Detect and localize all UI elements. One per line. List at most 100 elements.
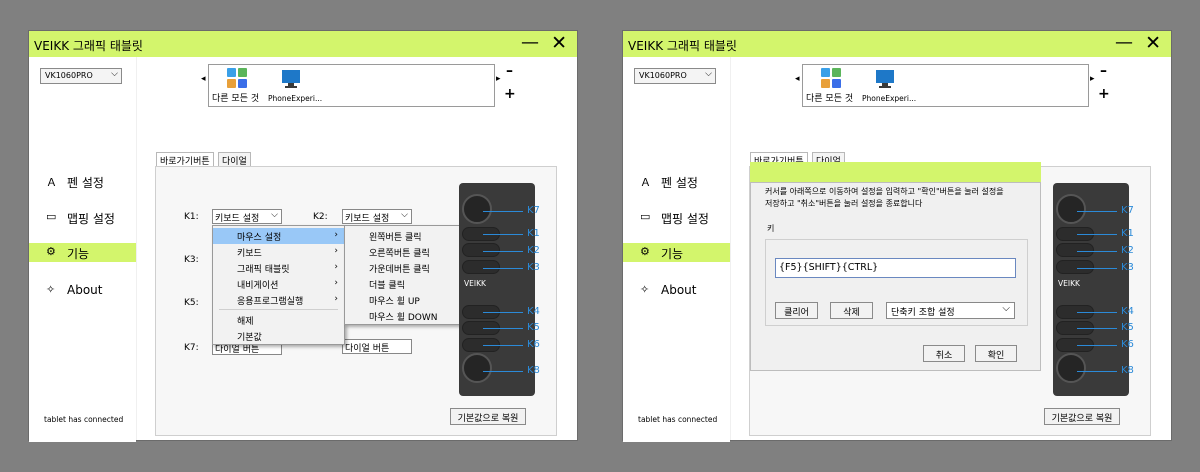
shortcut-combo-select[interactable]: 단축키 조합 설정 ⌵ bbox=[886, 302, 1015, 319]
tablet-key-label-k8: K8 bbox=[1121, 365, 1134, 376]
tablet-key-label-k5: K5 bbox=[1121, 322, 1134, 333]
nav-mapping-settings[interactable]: ▭ 맵핑 설정 bbox=[623, 208, 730, 227]
nav-pen-settings[interactable]: Ａ 펜 설정 bbox=[623, 172, 730, 191]
k3-label: K3: bbox=[184, 255, 199, 265]
restore-defaults-button[interactable]: 기본값으로 복원 bbox=[450, 408, 526, 425]
app-scroll-left[interactable]: ◂ bbox=[795, 74, 800, 84]
k7-value: 다이얼 버튼 bbox=[215, 345, 260, 355]
menu-label: 해제 bbox=[237, 317, 254, 327]
device-select-value: VK1060PRO bbox=[639, 71, 687, 80]
k8-value: 다이얼 버튼 bbox=[345, 344, 390, 354]
app-scroll-right[interactable]: ▸ bbox=[1090, 74, 1095, 84]
submenu-item-middle-click[interactable]: 가운데버튼 클릭 bbox=[345, 260, 476, 276]
app-label-phone: PhoneExperi... bbox=[862, 94, 917, 103]
device-select[interactable]: VK1060PRO ⌵ bbox=[40, 68, 122, 84]
k1-line bbox=[483, 234, 523, 235]
k3-line bbox=[1077, 268, 1117, 269]
k1-dropdown[interactable]: 키보드 설정 ⌵ bbox=[212, 209, 282, 224]
k5-line bbox=[483, 328, 523, 329]
k2-line bbox=[1077, 251, 1117, 252]
sidebar: VK1060PRO ⌵ Ａ 펜 설정 ▭ 맵핑 설정 ⚙ 기능 ✧ About … bbox=[623, 57, 730, 442]
ok-button[interactable]: 확인 bbox=[975, 345, 1017, 362]
chevron-down-icon: ⌵ bbox=[1002, 303, 1010, 314]
clear-button[interactable]: 클리어 bbox=[775, 302, 818, 319]
menu-item-default[interactable]: 기본값 bbox=[213, 328, 344, 344]
menu-item-navigation[interactable]: 내비게이션 › bbox=[213, 276, 344, 292]
tablet-key-label-k5: K5 bbox=[527, 322, 540, 333]
app-scroll-left[interactable]: ◂ bbox=[201, 74, 206, 84]
add-app-button[interactable]: + bbox=[1098, 86, 1110, 102]
k2-dropdown[interactable]: 키보드 설정 ⌵ bbox=[342, 209, 412, 224]
close-button[interactable]: ✕ bbox=[551, 32, 567, 54]
tablet-key-label-k3: K3 bbox=[1121, 262, 1134, 273]
remove-app-button[interactable]: – bbox=[1100, 63, 1107, 79]
k5-label: K5: bbox=[184, 298, 199, 308]
nav-function[interactable]: ⚙ 기능 bbox=[29, 243, 136, 262]
menu-label: 응용프로그램실행 bbox=[237, 297, 304, 307]
tablet-brand: VEIKK bbox=[1058, 279, 1080, 288]
sidebar: VK1060PRO ⌵ Ａ 펜 설정 ▭ 맵핑 설정 ⚙ 기능 ✧ About … bbox=[29, 57, 136, 442]
submenu-item-wheel-down[interactable]: 마우스 휠 DOWN bbox=[345, 308, 476, 324]
nav-function[interactable]: ⚙ 기능 bbox=[623, 243, 730, 262]
tablet-key-label-k8: K8 bbox=[527, 365, 540, 376]
app-label-all: 다른 모든 것 bbox=[212, 94, 260, 104]
mouse-submenu: 왼쪽버튼 클릭 오른쪽버튼 클릭 가운데버튼 클릭 더블 클릭 마우스 휠 UP… bbox=[344, 225, 477, 325]
dial-bottom-icon bbox=[462, 353, 492, 383]
menu-item-run-app[interactable]: 응용프로그램실행 › bbox=[213, 292, 344, 308]
delete-button[interactable]: 삭제 bbox=[830, 302, 873, 319]
restore-defaults-button[interactable]: 기본값으로 복원 bbox=[1044, 408, 1120, 425]
k4-line bbox=[483, 312, 523, 313]
tablet-key-label-k2: K2 bbox=[1121, 245, 1134, 256]
nav-about[interactable]: ✧ About bbox=[623, 281, 730, 300]
k2-label: K2: bbox=[313, 212, 328, 222]
submenu-item-wheel-up[interactable]: 마우스 휠 UP bbox=[345, 292, 476, 308]
window-title: VEIKK 그래픽 태블릿 bbox=[628, 39, 737, 53]
connection-status: tablet has connected bbox=[638, 415, 718, 424]
submenu-arrow-icon: › bbox=[334, 278, 338, 288]
phone-app-icon[interactable] bbox=[875, 68, 895, 88]
menu-label: 키보드 bbox=[237, 249, 262, 259]
bulb-icon: ✧ bbox=[640, 283, 650, 296]
nav-mapping-settings[interactable]: ▭ 맵핑 설정 bbox=[29, 208, 136, 227]
menu-item-tablet[interactable]: 그래픽 태블릿 › bbox=[213, 260, 344, 276]
submenu-arrow-icon: › bbox=[334, 246, 338, 256]
all-apps-icon[interactable] bbox=[227, 68, 247, 88]
phone-app-icon[interactable] bbox=[281, 68, 301, 88]
nav-pen-settings[interactable]: Ａ 펜 설정 bbox=[29, 172, 136, 191]
k8-line bbox=[1077, 371, 1117, 372]
device-select[interactable]: VK1060PRO ⌵ bbox=[634, 68, 716, 84]
tablet-key bbox=[462, 243, 500, 257]
shortcut-input[interactable]: {F5}{SHIFT}{CTRL} bbox=[775, 258, 1016, 278]
app-label-phone: PhoneExperi... bbox=[268, 94, 323, 103]
k8-line bbox=[483, 371, 523, 372]
submenu-item-right-click[interactable]: 오른쪽버튼 클릭 bbox=[345, 244, 476, 260]
menu-item-keyboard[interactable]: 키보드 › bbox=[213, 244, 344, 260]
chevron-down-icon: ⌵ bbox=[111, 69, 118, 79]
all-apps-icon[interactable] bbox=[821, 68, 841, 88]
nav-label: About bbox=[67, 283, 103, 297]
add-app-button[interactable]: + bbox=[504, 86, 516, 102]
menu-item-mouse[interactable]: 마우스 설정 › bbox=[213, 228, 344, 244]
k2-value: 키보드 설정 bbox=[345, 214, 390, 224]
tablet-key bbox=[1056, 243, 1094, 257]
submenu-item-left-click[interactable]: 왼쪽버튼 클릭 bbox=[345, 228, 476, 244]
app-scroll-right[interactable]: ▸ bbox=[496, 74, 501, 84]
tab-dial[interactable]: 다이얼 bbox=[218, 152, 251, 167]
menu-label: 마우스 설정 bbox=[237, 233, 282, 243]
tablet-key-label-k3: K3 bbox=[527, 262, 540, 273]
minimize-button[interactable]: — bbox=[521, 32, 539, 53]
nav-about[interactable]: ✧ About bbox=[29, 281, 136, 300]
tablet-key-label-k4: K4 bbox=[1121, 306, 1134, 317]
submenu-item-double-click[interactable]: 더블 클릭 bbox=[345, 276, 476, 292]
tab-shortcut-keys[interactable]: 바로가기버튼 bbox=[156, 152, 214, 167]
cancel-button[interactable]: 취소 bbox=[923, 345, 965, 362]
menu-item-unset[interactable]: 해제 bbox=[213, 312, 344, 328]
gear-icon: ⚙ bbox=[640, 245, 650, 258]
k4-line bbox=[1077, 312, 1117, 313]
menu-separator bbox=[219, 309, 338, 310]
minimize-button[interactable]: — bbox=[1115, 32, 1133, 53]
remove-app-button[interactable]: – bbox=[506, 63, 513, 79]
chevron-down-icon: ⌵ bbox=[401, 210, 408, 220]
close-button[interactable]: ✕ bbox=[1145, 32, 1161, 54]
k8-dropdown[interactable]: 다이얼 버튼 bbox=[342, 339, 412, 354]
